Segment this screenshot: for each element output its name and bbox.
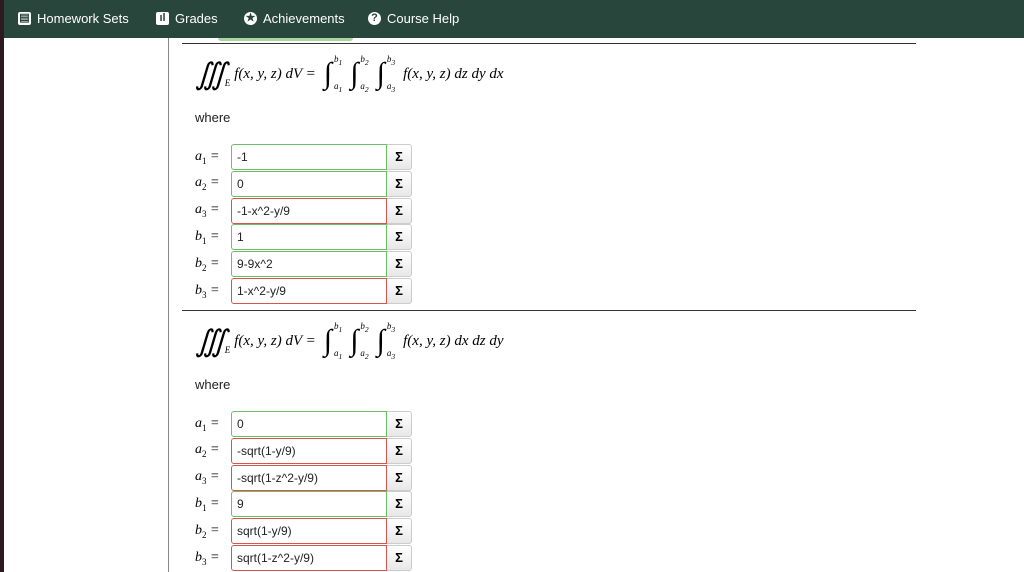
bound-row: a2 = -sqrt(1-y/9) Σ [195, 437, 412, 464]
nav-label: Achievements [263, 11, 345, 26]
answer-input-a2[interactable]: 0 [231, 170, 387, 197]
nav-label: Course Help [387, 11, 460, 26]
book-icon: ▤ [18, 12, 31, 25]
bound-label: b1 = [195, 495, 220, 513]
nav-achievements[interactable]: ★ Achievements [244, 11, 345, 26]
triple-integral-symbol: ∭ [195, 57, 227, 91]
formula-lhs: f(x, y, z) dV = [234, 332, 316, 349]
bound-label: a3 = [195, 202, 220, 219]
equation-editor-button[interactable]: Σ [387, 491, 412, 518]
bound-row: b2 = sqrt(1-y/9) Σ [195, 518, 412, 545]
equation-editor-button[interactable]: Σ [387, 437, 412, 464]
formula-rhs: f(x, y, z) dx dz dy [403, 332, 504, 349]
answer-input-b2[interactable]: 9-9x^2 [231, 251, 387, 278]
answer-input-a3[interactable]: -1-x^2-y/9 [231, 197, 387, 224]
bound-label: b1 = [195, 228, 220, 246]
bound-row: b1 = 9 Σ [195, 491, 412, 518]
answer-input-a2[interactable]: -sqrt(1-y/9) [231, 437, 387, 464]
bound-row: a1 = -1 Σ [195, 144, 412, 170]
triple-integral-formula: ∭ E f(x, y, z) dV = ∫ b1 a1 ∫ b2 a2 ∫ b3 a3 f(x… [195, 54, 504, 94]
equation-editor-button[interactable]: Σ [387, 170, 412, 197]
where-label: where [195, 377, 231, 392]
nav-label: Grades [175, 11, 218, 26]
nav-course-help[interactable]: ? Course Help [368, 11, 459, 26]
answer-input-a3[interactable]: -sqrt(1-z^2-y/9) [231, 464, 387, 491]
answer-input-b3[interactable]: sqrt(1-z^2-y/9) [231, 545, 387, 571]
triple-integral-symbol: ∭ [195, 324, 227, 358]
bound-row: b3 = sqrt(1-z^2-y/9) Σ [195, 545, 412, 571]
equation-editor-button[interactable]: Σ [387, 224, 412, 251]
bound-label: b2 = [195, 255, 220, 273]
equation-editor-button[interactable]: Σ [387, 144, 412, 170]
answer-input-b1[interactable]: 1 [231, 224, 387, 251]
bar-chart-icon: ıl [156, 12, 169, 25]
nav-label: Homework Sets [37, 11, 129, 26]
nav-homework-sets[interactable]: ▤ Homework Sets [18, 11, 129, 26]
bound-row: a2 = 0 Σ [195, 170, 412, 197]
equation-editor-button[interactable]: Σ [387, 251, 412, 278]
equation-editor-button[interactable]: Σ [387, 464, 412, 491]
bound-row: a3 = -1-x^2-y/9 Σ [195, 197, 412, 224]
triple-integral-formula: ∭ E f(x, y, z) dV = ∫ b1 a1 ∫ b2 a2 ∫ b3 a3 f(x… [195, 321, 504, 361]
equation-editor-button[interactable]: Σ [387, 278, 412, 304]
sidebar-divider [168, 38, 169, 572]
answer-input-a1[interactable]: 0 [231, 411, 387, 437]
bound-label: b3 = [195, 282, 220, 300]
star-icon: ★ [244, 12, 257, 25]
question-icon: ? [368, 12, 381, 25]
desktop-edge [0, 0, 4, 572]
bound-label: a2 = [195, 175, 220, 193]
bound-label: a1 = [195, 415, 220, 433]
bound-label: a2 = [195, 442, 220, 460]
equation-editor-button[interactable]: Σ [387, 197, 412, 224]
formula-lhs: f(x, y, z) dV = [234, 65, 316, 82]
answer-input-b2[interactable]: sqrt(1-y/9) [231, 518, 387, 545]
bound-row: a3 = -sqrt(1-z^2-y/9) Σ [195, 464, 412, 491]
bound-label: b2 = [195, 522, 220, 540]
answer-input-a1[interactable]: -1 [231, 144, 387, 170]
bound-label: a3 = [195, 469, 220, 486]
bound-row: b2 = 9-9x^2 Σ [195, 251, 412, 278]
success-indicator [218, 38, 353, 41]
bound-row: b1 = 1 Σ [195, 224, 412, 251]
navbar: ▤ Homework Sets ıl Grades ★ Achievements ? C… [4, 0, 1024, 38]
bound-label: b3 = [195, 549, 220, 567]
answer-input-b3[interactable]: 1-x^2-y/9 [231, 278, 387, 304]
answer-input-b1[interactable]: 9 [231, 491, 387, 518]
where-label: where [195, 110, 231, 125]
bound-row: b3 = 1-x^2-y/9 Σ [195, 278, 412, 304]
equation-editor-button[interactable]: Σ [387, 518, 412, 545]
nav-grades[interactable]: ıl Grades [156, 11, 218, 26]
equation-editor-button[interactable]: Σ [387, 411, 412, 437]
equation-editor-button[interactable]: Σ [387, 545, 412, 571]
divider [182, 43, 916, 44]
bound-label: a1 = [195, 148, 220, 166]
bound-row: a1 = 0 Σ [195, 411, 412, 437]
divider [182, 310, 916, 311]
formula-rhs: f(x, y, z) dz dy dx [403, 65, 504, 82]
